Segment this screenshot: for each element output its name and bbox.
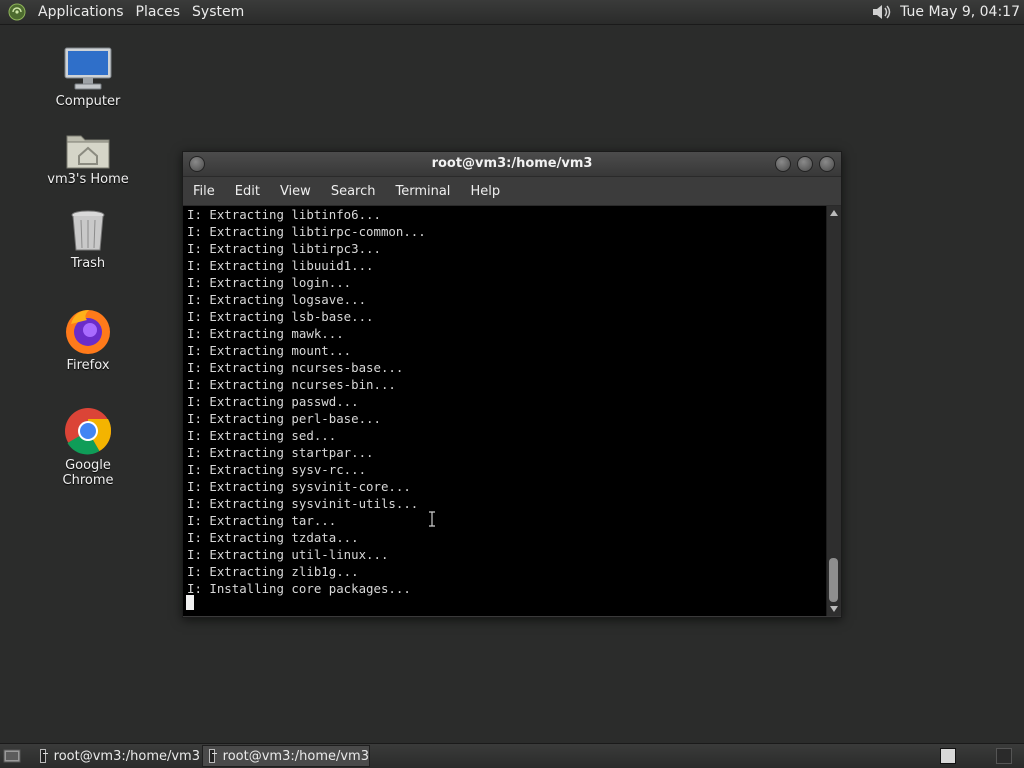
home-folder-icon xyxy=(66,135,110,169)
terminal-line: I: Extracting ncurses-base... xyxy=(187,360,404,375)
menu-terminal[interactable]: Terminal xyxy=(385,184,460,199)
terminal-line: I: Extracting libtinfo6... xyxy=(187,207,381,222)
terminal-line: I: Extracting lsb-base... xyxy=(187,309,374,324)
terminal-line: I: Extracting sysv-rc... xyxy=(187,462,367,477)
terminal-line: I: Installing core packages... xyxy=(187,581,411,596)
desktop-icon-label: vm3's Home xyxy=(47,172,129,187)
terminal-menubar: File Edit View Search Terminal Help xyxy=(183,177,841,206)
vertical-scrollbar[interactable] xyxy=(826,206,841,616)
terminal-icon xyxy=(40,749,48,763)
terminal-line: I: Extracting tar... xyxy=(187,513,337,528)
top-panel-tray: Tue May 9, 04:17 xyxy=(870,2,1024,22)
bottom-panel: root@vm3:/home/vm3 root@vm3:/home/vm3 xyxy=(0,743,1024,768)
terminal-line: I: Extracting sysvinit-core... xyxy=(187,479,411,494)
trash-icon xyxy=(71,210,105,251)
taskbar-item-label: root@vm3:/home/vm3 xyxy=(53,748,200,764)
terminal-line: I: Extracting sysvinit-utils... xyxy=(187,496,419,511)
distro-logo-icon[interactable] xyxy=(8,3,26,21)
terminal-line: I: Extracting mawk... xyxy=(187,326,344,341)
clock[interactable]: Tue May 9, 04:17 xyxy=(900,4,1020,20)
menu-places[interactable]: Places xyxy=(130,4,187,20)
window-title: root@vm3:/home/vm3 xyxy=(431,156,593,171)
scroll-up-arrow-icon[interactable] xyxy=(830,210,838,216)
taskbar-item-label: root@vm3:/home/vm3 xyxy=(222,748,369,764)
terminal-line: I: Extracting passwd... xyxy=(187,394,359,409)
text-cursor xyxy=(186,595,194,610)
taskbar-item[interactable]: root@vm3:/home/vm3 xyxy=(34,745,200,767)
chrome-icon xyxy=(65,408,112,455)
menu-search[interactable]: Search xyxy=(321,184,386,199)
desktop-icon-computer[interactable]: Computer xyxy=(38,46,138,109)
terminal-line: I: Extracting logsave... xyxy=(187,292,367,307)
workspace-2[interactable] xyxy=(996,748,1012,764)
menu-system[interactable]: System xyxy=(186,4,250,20)
maximize-button[interactable] xyxy=(797,156,813,172)
terminal-line: I: Extracting mount... xyxy=(187,343,352,358)
ibeam-cursor-icon xyxy=(429,511,435,527)
desktop-icon-chrome[interactable]: Google Chrome xyxy=(38,406,138,488)
scroll-down-arrow-icon[interactable] xyxy=(830,606,838,612)
desktop-icon-trash[interactable]: Trash xyxy=(38,208,138,271)
desktop-icon-label: Trash xyxy=(70,256,106,271)
computer-icon xyxy=(64,47,112,90)
terminal-output[interactable]: I: Extracting libtinfo6... I: Extracting… xyxy=(183,206,827,616)
desktop-icon-home[interactable]: vm3's Home xyxy=(38,128,138,187)
desktop-icon-label: Google Chrome xyxy=(62,458,114,488)
menu-file[interactable]: File xyxy=(183,184,225,199)
terminal-line: I: Extracting libtirpc3... xyxy=(187,241,381,256)
terminal-line: I: Extracting perl-base... xyxy=(187,411,381,426)
window-titlebar[interactable]: root@vm3:/home/vm3 xyxy=(183,152,841,177)
close-button[interactable] xyxy=(819,156,835,172)
terminal-line: I: Extracting startpar... xyxy=(187,445,374,460)
terminal-line: I: Extracting ncurses-bin... xyxy=(187,377,396,392)
volume-icon[interactable] xyxy=(870,2,892,22)
workspace-1[interactable] xyxy=(940,748,956,764)
show-desktop-icon[interactable] xyxy=(3,748,21,764)
taskbar-item-active[interactable]: root@vm3:/home/vm3 xyxy=(202,745,370,767)
terminal-line: I: Extracting libtirpc-common... xyxy=(187,224,426,239)
desktop-icon-label: Firefox xyxy=(66,358,110,373)
terminal-line: I: Extracting tzdata... xyxy=(187,530,359,545)
desktop-icon-firefox[interactable]: Firefox xyxy=(38,306,138,373)
terminal-line: I: Extracting util-linux... xyxy=(187,547,389,562)
menu-view[interactable]: View xyxy=(270,184,321,199)
terminal-line: I: Extracting libuuid1... xyxy=(187,258,374,273)
menu-help[interactable]: Help xyxy=(460,184,510,199)
terminal-line: I: Extracting sed... xyxy=(187,428,337,443)
terminal-icon xyxy=(209,749,217,763)
desktop-icon-label: Computer xyxy=(55,94,121,109)
terminal-window[interactable]: root@vm3:/home/vm3 File Edit View Search… xyxy=(182,151,842,618)
firefox-icon xyxy=(66,310,110,354)
scrollbar-thumb[interactable] xyxy=(829,558,838,602)
terminal-line: I: Extracting login... xyxy=(187,275,352,290)
minimize-button[interactable] xyxy=(775,156,791,172)
menu-applications[interactable]: Applications xyxy=(32,4,130,20)
menu-edit[interactable]: Edit xyxy=(225,184,270,199)
top-panel: Applications Places System Tue May 9, 04… xyxy=(0,0,1024,25)
terminal-text: I: Extracting libtinfo6... I: Extracting… xyxy=(183,206,827,597)
terminal-line: I: Extracting zlib1g... xyxy=(187,564,359,579)
